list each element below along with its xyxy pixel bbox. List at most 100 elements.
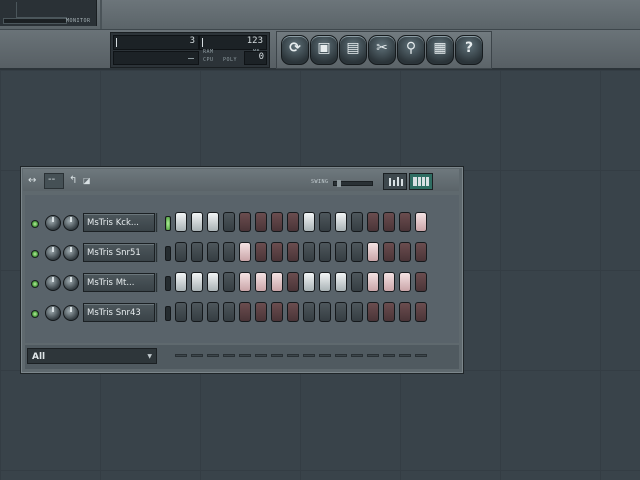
channel-name-button[interactable]: MsTris Mt... (83, 273, 155, 292)
channel-volume-knob[interactable] (63, 215, 79, 231)
step-button[interactable] (383, 302, 395, 322)
step-button[interactable] (175, 242, 187, 262)
channel-select-led[interactable] (165, 216, 171, 231)
step-button[interactable] (255, 212, 267, 232)
step-button[interactable] (415, 212, 427, 232)
step-button[interactable] (415, 302, 427, 322)
channel-filter-select[interactable]: All ▼ (27, 348, 157, 364)
help-button[interactable]: ? (455, 35, 483, 65)
step-button[interactable] (351, 302, 363, 322)
channel-select-led[interactable] (165, 246, 171, 261)
step-button[interactable] (191, 212, 203, 232)
channel-pan-knob[interactable] (45, 275, 61, 291)
step-button[interactable] (383, 242, 395, 262)
step-button[interactable] (287, 272, 299, 292)
pattern-display[interactable]: 3 (113, 35, 199, 50)
step-sequencer-view-button[interactable] (409, 173, 433, 190)
channel-volume-knob[interactable] (63, 245, 79, 261)
step-button[interactable] (287, 302, 299, 322)
step-button[interactable] (191, 302, 203, 322)
refresh-button[interactable]: ⟳ (281, 35, 309, 65)
channel-select-led[interactable] (165, 306, 171, 321)
step-button[interactable] (239, 272, 251, 292)
step-button[interactable] (335, 302, 347, 322)
step-button[interactable] (175, 302, 187, 322)
step-button[interactable] (383, 272, 395, 292)
channel-pan-knob[interactable] (45, 245, 61, 261)
document-button[interactable]: ▦ (426, 35, 454, 65)
step-button[interactable] (303, 242, 315, 262)
step-button[interactable] (223, 242, 235, 262)
step-button[interactable] (239, 212, 251, 232)
options-icon[interactable]: ◪ (83, 175, 91, 187)
channel-name-button[interactable]: MsTris Snr51 (83, 243, 155, 262)
channel-mute-led[interactable] (31, 310, 39, 318)
step-button[interactable] (255, 272, 267, 292)
resize-arrows-icon[interactable]: ↔ (28, 175, 36, 187)
step-button[interactable] (399, 272, 411, 292)
step-button[interactable] (335, 212, 347, 232)
step-button[interactable] (191, 242, 203, 262)
tempo-display[interactable]: 123 (199, 35, 267, 50)
tools-button[interactable]: ✂ (368, 35, 396, 65)
channel-mute-led[interactable] (31, 250, 39, 258)
step-button[interactable] (223, 212, 235, 232)
undo-icon[interactable]: ↰ (69, 175, 77, 187)
step-button[interactable] (207, 302, 219, 322)
step-button[interactable] (383, 212, 395, 232)
save-button[interactable]: ▤ (339, 35, 367, 65)
step-button[interactable] (303, 302, 315, 322)
step-button[interactable] (335, 272, 347, 292)
channel-mixer-grip[interactable] (155, 213, 158, 232)
channel-pan-knob[interactable] (45, 215, 61, 231)
channel-volume-knob[interactable] (63, 305, 79, 321)
step-button[interactable] (367, 302, 379, 322)
step-button[interactable] (303, 212, 315, 232)
channel-name-button[interactable]: MsTris Kck... (83, 213, 155, 232)
channel-name-button[interactable]: MsTris Snr43 (83, 303, 155, 322)
step-button[interactable] (367, 212, 379, 232)
step-button[interactable] (175, 212, 187, 232)
graph-toggle-icon[interactable]: -- (44, 173, 64, 189)
step-button[interactable] (207, 272, 219, 292)
step-button[interactable] (239, 302, 251, 322)
step-button[interactable] (399, 212, 411, 232)
step-button[interactable] (351, 242, 363, 262)
step-button[interactable] (223, 302, 235, 322)
step-button[interactable] (335, 242, 347, 262)
channel-mute-led[interactable] (31, 280, 39, 288)
step-button[interactable] (271, 242, 283, 262)
step-button[interactable] (175, 272, 187, 292)
step-button[interactable] (239, 242, 251, 262)
step-button[interactable] (255, 302, 267, 322)
step-button[interactable] (319, 272, 331, 292)
step-button[interactable] (271, 302, 283, 322)
step-button[interactable] (351, 212, 363, 232)
swing-slider-handle[interactable] (337, 180, 342, 187)
step-button[interactable] (319, 302, 331, 322)
step-button[interactable] (399, 242, 411, 262)
channel-rack-titlebar[interactable]: ↔ -- ↰ ◪ SWING (23, 169, 459, 191)
step-button[interactable] (271, 212, 283, 232)
step-button[interactable] (367, 242, 379, 262)
step-button[interactable] (207, 212, 219, 232)
step-button[interactable] (287, 212, 299, 232)
swing-slider[interactable] (333, 180, 373, 187)
step-button[interactable] (287, 242, 299, 262)
step-button[interactable] (319, 242, 331, 262)
channel-mixer-grip[interactable] (155, 303, 158, 322)
step-button[interactable] (399, 302, 411, 322)
piano-roll-view-button[interactable] (383, 173, 407, 190)
step-button[interactable] (255, 242, 267, 262)
save-as-button[interactable]: ▣ (310, 35, 338, 65)
step-button[interactable] (191, 272, 203, 292)
step-button[interactable] (303, 272, 315, 292)
step-button[interactable] (415, 242, 427, 262)
step-button[interactable] (319, 212, 331, 232)
step-button[interactable] (367, 272, 379, 292)
step-button[interactable] (271, 272, 283, 292)
channel-mixer-grip[interactable] (155, 243, 158, 262)
channel-select-led[interactable] (165, 276, 171, 291)
search-button[interactable]: ⚲ (397, 35, 425, 65)
channel-mixer-grip[interactable] (155, 273, 158, 292)
